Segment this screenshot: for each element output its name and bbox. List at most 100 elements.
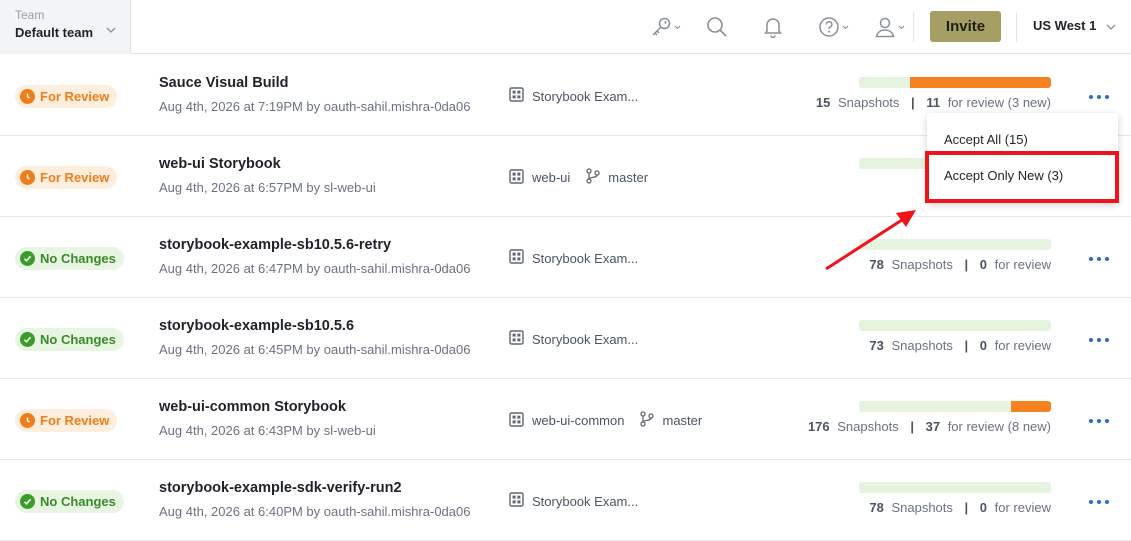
snapshot-stats: 176 Snapshots | 37 for review (8 new) [808,419,1051,434]
stats-separator: | [964,257,969,272]
user-menu-button[interactable] [874,14,905,40]
build-meta: Aug 4th, 2026 at 6:43PM by sl-web-ui [159,423,376,438]
build-row[interactable]: No Changes storybook-example-sb10.5.6-re… [0,217,1131,298]
snapshot-count: 15 [815,95,831,110]
build-row[interactable]: No Changes storybook-example-sb10.5.6 Au… [0,298,1131,379]
build-title[interactable]: web-ui-common Storybook [159,399,346,415]
more-actions-icon[interactable] [1089,498,1109,506]
project-icon [509,249,524,267]
snapshot-label: Snapshots [837,419,899,434]
project-icon [509,87,524,105]
project-name: web-ui-common [532,413,625,428]
review-label: for review (8 new) [947,419,1051,434]
build-title[interactable]: storybook-example-sb10.5.6-retry [159,237,391,253]
user-icon [874,16,896,38]
status-badge: No Changes [15,490,124,513]
status-badge-label: No Changes [40,494,116,509]
branch-icon [640,411,655,430]
snapshot-stats: 15 Snapshots | 11 for review (3 new) [816,95,1051,110]
region-selector[interactable]: US West 1 [1033,18,1116,33]
build-title[interactable]: storybook-example-sb10.5.6 [159,318,354,334]
review-label: for review [994,500,1051,515]
help-icon [818,16,840,38]
more-actions-icon[interactable] [1089,255,1109,263]
search-icon [706,16,728,38]
toolbar-divider [1016,12,1017,42]
project-info: Storybook Exam... [509,87,638,105]
review-progress-bar [859,77,1051,88]
branch-name: master [608,170,649,185]
project-info: Storybook Exam... [509,249,638,267]
clock-icon [20,413,35,428]
status-badge-label: No Changes [40,332,116,347]
chevron-down-icon [1106,18,1116,33]
review-progress-bar [859,239,1051,250]
highlight-box [925,151,1119,203]
review-count: 11 [926,95,941,110]
project-name: web-ui [532,170,571,185]
more-actions-icon[interactable] [1089,417,1109,425]
clock-icon [20,89,35,104]
build-title[interactable]: web-ui Storybook [159,156,281,172]
team-selector[interactable]: Team Default team [0,0,131,54]
snapshot-stats: 73 Snapshots | 0 for review [869,338,1051,353]
review-count: 0 [979,257,988,272]
clock-icon [20,170,35,185]
snapshot-stats: 78 Snapshots | 0 for review [869,257,1051,272]
project-name: Storybook Exam... [532,493,639,509]
key-icon-button[interactable] [650,14,681,40]
branch-info: master [586,168,648,187]
snapshot-label: Snapshots [891,338,953,353]
project-icon [509,492,524,510]
project-info: web-ui-common master [509,411,702,430]
status-badge-label: For Review [40,413,110,428]
review-label: for review [994,257,1051,272]
project-info: Storybook Exam... [509,330,638,348]
review-progress-bar [859,401,1051,412]
more-actions-icon[interactable] [1089,93,1109,101]
project-icon [509,168,524,187]
project-icon [509,411,524,430]
project-name: Storybook Exam... [532,331,639,347]
stats-separator: | [910,419,914,434]
status-badge: No Changes [15,247,124,270]
build-title[interactable]: storybook-example-sdk-verify-run2 [159,480,402,496]
review-count: 0 [979,338,988,353]
help-button[interactable] [818,14,849,40]
build-row[interactable]: For Review web-ui-common Storybook Aug 4… [0,379,1131,460]
snapshot-count: 73 [869,338,884,353]
more-actions-icon[interactable] [1089,336,1109,344]
status-badge: For Review [15,166,118,189]
review-progress-bar [859,482,1051,493]
snapshot-count: 78 [869,257,884,272]
check-icon [20,494,35,509]
status-badge-label: For Review [40,89,110,104]
search-button[interactable] [706,14,728,40]
project-info: web-ui master [509,168,648,187]
review-label: for review (3 new) [947,95,1051,110]
project-icon [509,330,524,348]
build-meta: Aug 4th, 2026 at 6:47PM by oauth-sahil.m… [159,261,471,276]
chevron-down-icon [842,25,849,30]
top-bar: Team Default team Invite US West 1 [0,0,1131,54]
notifications-button[interactable] [763,14,783,40]
build-title[interactable]: Sauce Visual Build [159,75,288,91]
chevron-down-icon [674,25,681,30]
snapshot-count: 78 [869,500,884,515]
branch-name: master [662,413,703,428]
snapshot-label: Snapshots [891,500,953,515]
check-icon [20,332,35,347]
accept-all-menu-item[interactable]: Accept All (15) [944,132,1028,147]
review-progress-bar [859,320,1051,331]
build-row[interactable]: No Changes storybook-example-sdk-verify-… [0,460,1131,541]
key-icon [650,16,672,38]
review-progress-fill [910,77,1051,88]
review-label: for review [994,338,1051,353]
invite-button[interactable]: Invite [930,11,1001,42]
snapshot-label: Snapshots [837,95,900,110]
build-meta: Aug 4th, 2026 at 6:40PM by oauth-sahil.m… [159,504,471,519]
project-name: Storybook Exam... [532,250,639,266]
status-badge: For Review [15,85,118,108]
chevron-down-icon [106,20,116,38]
toolbar-divider [913,12,914,42]
